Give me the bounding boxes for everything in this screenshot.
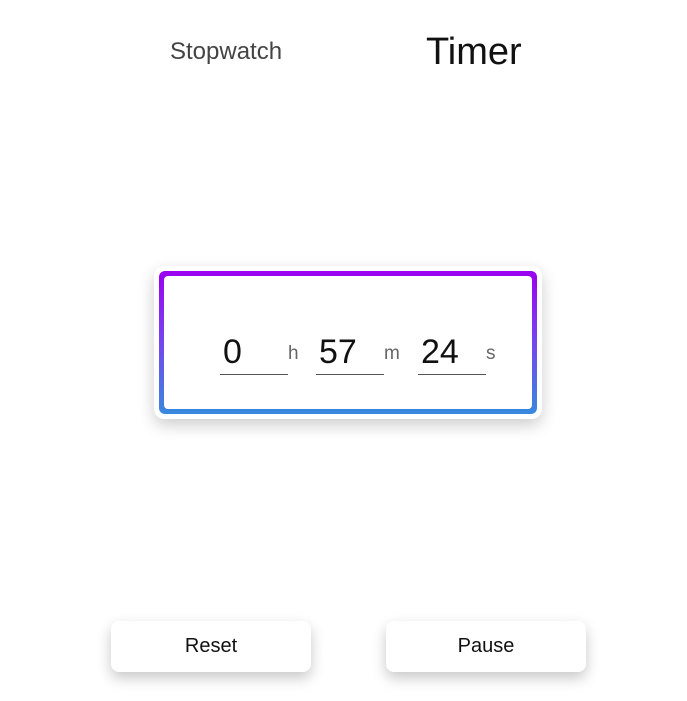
- timer-fields-panel: h m s: [164, 276, 532, 409]
- mode-tabs: Stopwatch Timer: [0, 0, 687, 110]
- tab-stopwatch[interactable]: Stopwatch: [170, 40, 282, 64]
- minutes-field-wrapper: [316, 331, 384, 377]
- hours-unit-label: h: [288, 343, 299, 364]
- timer-app: Stopwatch Timer h m s Reset Pause: [0, 0, 687, 701]
- pause-button[interactable]: Pause: [386, 621, 586, 672]
- seconds-input[interactable]: [418, 331, 486, 375]
- seconds-field-wrapper: [418, 331, 486, 377]
- hours-field-wrapper: [220, 331, 288, 377]
- minutes-input[interactable]: [316, 331, 384, 375]
- reset-button[interactable]: Reset: [111, 621, 311, 672]
- seconds-unit-label: s: [486, 343, 496, 364]
- timer-display-card: h m s: [154, 266, 542, 419]
- hours-input[interactable]: [220, 331, 288, 375]
- tab-timer[interactable]: Timer: [426, 33, 522, 71]
- minutes-unit-label: m: [384, 343, 400, 364]
